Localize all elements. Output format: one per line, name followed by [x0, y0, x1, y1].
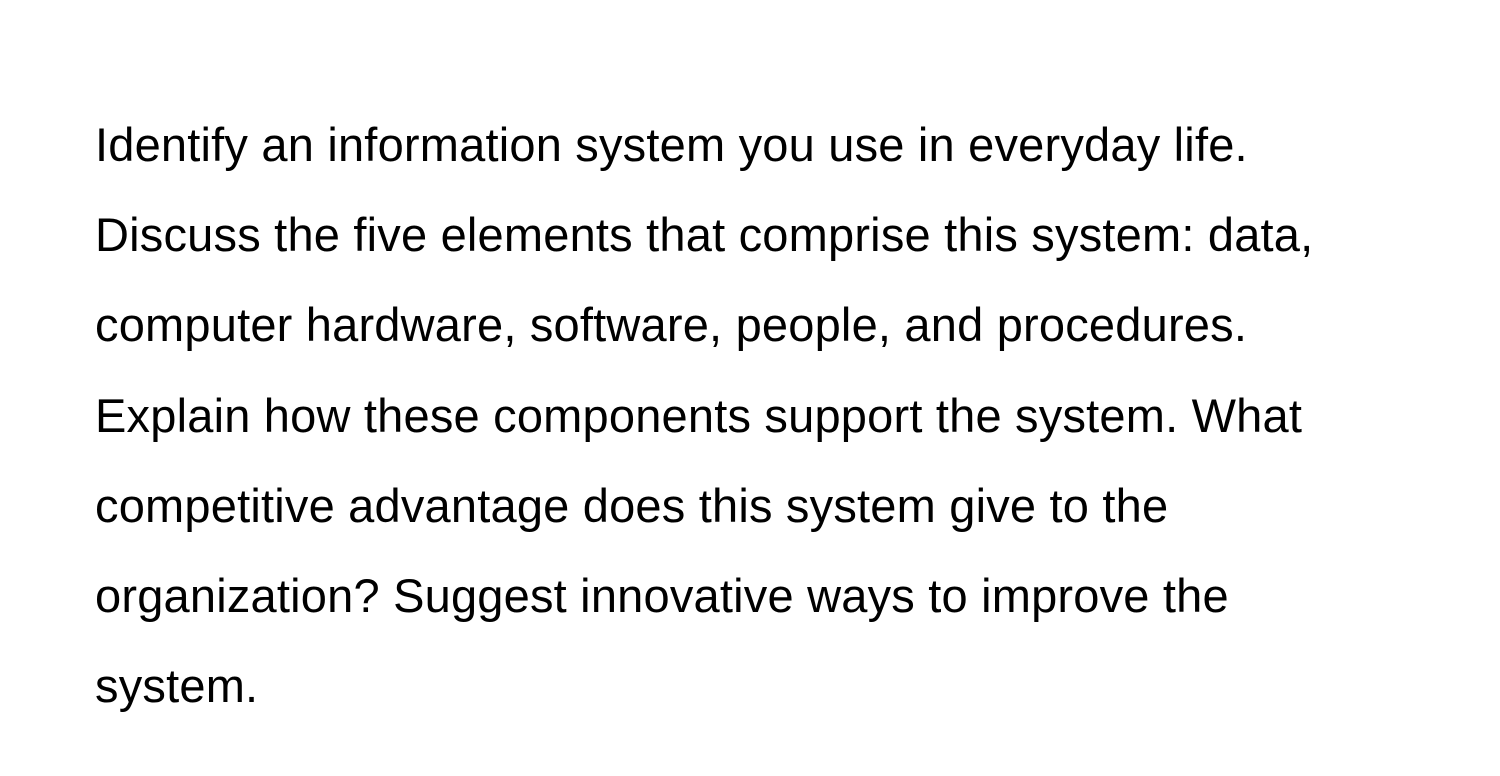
body-paragraph: Identify an information system you use i… [95, 100, 1405, 732]
document-page: Identify an information system you use i… [0, 0, 1500, 776]
